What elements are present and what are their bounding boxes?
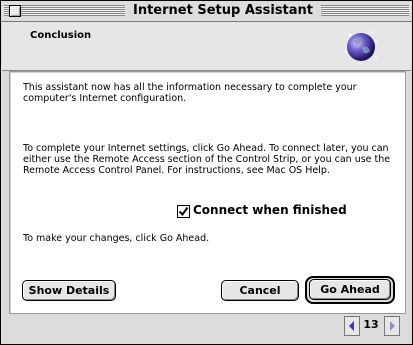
right-arrow-icon xyxy=(390,321,395,331)
show-details-button[interactable]: Show Details xyxy=(22,280,116,301)
left-arrow-icon xyxy=(349,321,354,331)
next-page-button[interactable] xyxy=(384,316,400,336)
instructions-paragraph: To complete your Internet settings, clic… xyxy=(23,143,391,176)
go-ahead-button[interactable]: Go Ahead xyxy=(309,279,391,300)
checkbox-label[interactable]: Connect when finished xyxy=(193,203,347,217)
info-paragraph: This assistant now has all the informati… xyxy=(23,82,357,104)
step-title: Conclusion xyxy=(30,30,92,41)
default-button-ring: Go Ahead xyxy=(305,276,395,304)
step-header: Conclusion xyxy=(2,22,411,71)
previous-page-button[interactable] xyxy=(344,316,360,336)
page-navigator: 13 xyxy=(344,316,400,336)
title-bar[interactable]: Internet Setup Assistant xyxy=(1,1,412,22)
cancel-button[interactable]: Cancel xyxy=(221,280,299,301)
window-title: Internet Setup Assistant xyxy=(125,3,322,19)
checkmark-icon xyxy=(178,206,189,217)
close-box[interactable] xyxy=(9,5,21,17)
page-count: 13 xyxy=(363,318,379,331)
checkbox-box[interactable] xyxy=(177,205,190,218)
globe-icon xyxy=(345,30,377,61)
final-paragraph: To make your changes, click Go Ahead. xyxy=(23,233,210,244)
